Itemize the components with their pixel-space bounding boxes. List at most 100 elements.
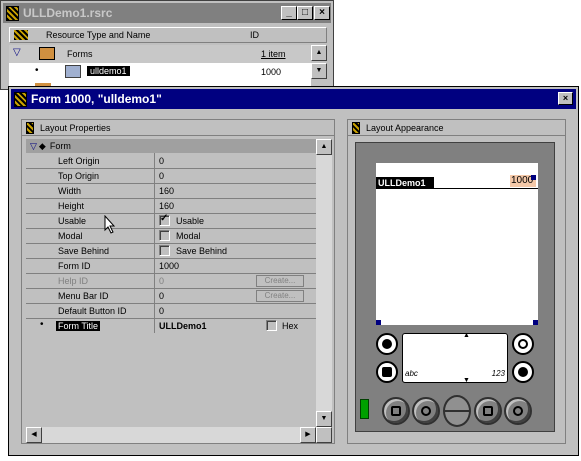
close-button[interactable]: ×: [314, 6, 330, 20]
property-value[interactable]: 0: [159, 291, 164, 301]
property-row-height[interactable]: Height 160: [26, 199, 316, 214]
property-label: Height: [58, 201, 85, 211]
property-row-left-origin[interactable]: Left Origin 0: [26, 154, 316, 169]
property-row-save-behind[interactable]: Save Behind Save Behind: [26, 244, 316, 259]
scroll-down-arrow-icon[interactable]: ▼: [316, 411, 332, 427]
scroll-corner: [316, 427, 332, 443]
form-editor-window[interactable]: Form 1000, "ulldemo1" × Layout Propertie…: [8, 86, 579, 456]
scroll-left-arrow-icon[interactable]: ◀: [26, 427, 42, 443]
property-value[interactable]: 160: [159, 186, 174, 196]
property-row-top-origin[interactable]: Top Origin 0: [26, 169, 316, 184]
resize-handle[interactable]: [531, 175, 536, 180]
layout-appearance-header: Layout Appearance: [348, 120, 565, 136]
property-value[interactable]: 0: [159, 156, 164, 166]
panel-title: Layout Properties: [40, 122, 111, 133]
graffiti-letters-icon: abc: [405, 369, 418, 378]
close-button[interactable]: ×: [558, 92, 573, 105]
date-book-button-icon[interactable]: [382, 397, 410, 425]
form-title-bar[interactable]: ULLDemo1: [376, 177, 434, 189]
property-list-vertical-scrollbar[interactable]: ▲ ▼: [316, 139, 332, 427]
property-value[interactable]: 1000: [159, 261, 179, 271]
property-label: Top Origin: [58, 171, 100, 181]
todo-button-icon[interactable]: [474, 397, 502, 425]
property-label: Form Title: [56, 321, 101, 331]
layout-properties-header: Layout Properties: [22, 120, 334, 136]
property-value[interactable]: 160: [159, 201, 174, 211]
list-item-label: ulldemo1: [87, 66, 130, 76]
mouse-cursor-icon: [104, 215, 116, 234]
address-book-button-icon[interactable]: [412, 397, 440, 425]
applications-icon[interactable]: [376, 333, 398, 355]
graffiti-numbers-icon: 123: [491, 369, 505, 378]
create-menu-bar-button[interactable]: Create...: [256, 290, 304, 302]
menu-icon[interactable]: [376, 361, 398, 383]
calculator-icon[interactable]: [512, 333, 534, 355]
property-label: Help ID: [58, 276, 89, 286]
resource-file-window[interactable]: ULLDemo1.rsrc _ □ × Resource Type and Na…: [0, 0, 334, 90]
form-resource-icon: [65, 65, 81, 78]
bullet-icon: •: [35, 65, 39, 76]
usable-checkbox[interactable]: ✓: [159, 213, 170, 226]
modal-checkbox[interactable]: [159, 230, 170, 241]
layout-appearance-panel: Layout Appearance ULLDemo1 1000 abc 123 …: [347, 119, 566, 444]
scroll-right-arrow-icon[interactable]: ▶: [300, 427, 316, 443]
property-label: Form ID: [58, 261, 91, 271]
memo-button-icon[interactable]: [504, 397, 532, 425]
form-file-icon: [14, 91, 27, 107]
list-item-forms[interactable]: ▽ Forms 1 item: [9, 45, 311, 63]
property-row-default-button-id[interactable]: Default Button ID 0: [26, 304, 316, 319]
power-led: [360, 399, 369, 419]
list-item-ulldemo1[interactable]: • ulldemo1 1000: [9, 63, 311, 81]
property-value[interactable]: 0: [159, 276, 164, 286]
silkscreen-area: abc 123 ▲ ▼: [376, 329, 538, 385]
palm-device-preview: ULLDemo1 1000 abc 123 ▲ ▼: [355, 142, 555, 432]
property-label: Modal: [58, 231, 83, 241]
resource-window-title: ULLDemo1.rsrc: [23, 6, 113, 20]
form-window-titlebar[interactable]: Form 1000, "ulldemo1" ×: [11, 89, 576, 109]
device-screen[interactable]: ULLDemo1 1000: [376, 163, 538, 325]
property-row-usable[interactable]: Usable ✓ Usable: [26, 213, 316, 229]
collapse-triangle-icon[interactable]: ▽: [30, 141, 37, 152]
resource-list-scrollbar[interactable]: ▲ ▼: [311, 45, 327, 89]
property-row-modal[interactable]: Modal Modal: [26, 229, 316, 244]
resource-file-icon: [6, 5, 19, 21]
create-help-button[interactable]: Create...: [256, 275, 304, 287]
property-label: Usable: [58, 216, 87, 226]
scroll-rocker[interactable]: [443, 395, 471, 427]
group-row-form[interactable]: ▽ ◆ Form: [26, 139, 316, 153]
maximize-button[interactable]: □: [297, 6, 313, 20]
property-label: Menu Bar ID: [58, 291, 109, 301]
resource-window-titlebar[interactable]: ULLDemo1.rsrc _ □ ×: [3, 3, 331, 23]
expand-triangle-icon[interactable]: ▽: [13, 47, 21, 58]
column-header-id[interactable]: ID: [250, 30, 259, 40]
resource-list-header: Resource Type and Name ID: [9, 27, 327, 43]
list-item-id: 1000: [261, 67, 282, 77]
resize-handle[interactable]: [533, 320, 538, 325]
minimize-button[interactable]: _: [281, 6, 297, 20]
column-header-name[interactable]: Resource Type and Name: [46, 30, 150, 40]
property-value[interactable]: 0: [159, 306, 164, 316]
property-row-width[interactable]: Width 160: [26, 184, 316, 199]
checkbox-label: Usable: [176, 216, 205, 226]
list-item-id: 1 item: [261, 49, 286, 59]
column-icon: [14, 30, 28, 40]
list-item-label: Forms: [67, 49, 93, 59]
scroll-down-arrow-icon[interactable]: ▼: [311, 63, 327, 79]
scroll-up-arrow-icon[interactable]: ▲: [311, 45, 327, 61]
property-row-menu-bar-id[interactable]: Menu Bar ID 0 Create...: [26, 289, 316, 304]
property-row-form-id[interactable]: Form ID 1000: [26, 259, 316, 274]
find-icon[interactable]: [512, 361, 534, 383]
panel-title: Layout Appearance: [366, 122, 444, 133]
property-row-help-id[interactable]: Help ID 0 Create...: [26, 274, 316, 289]
scroll-up-arrow-icon[interactable]: ▲: [316, 139, 332, 155]
property-value[interactable]: ULLDemo1: [159, 321, 207, 331]
save-behind-checkbox[interactable]: [159, 245, 170, 256]
resize-handle[interactable]: [376, 320, 381, 325]
graffiti-area[interactable]: abc 123 ▲ ▼: [402, 332, 508, 384]
property-list-horizontal-scrollbar[interactable]: ◀ ▶: [26, 427, 332, 443]
hex-checkbox[interactable]: [266, 320, 277, 331]
property-value[interactable]: 0: [159, 171, 164, 181]
property-label: Default Button ID: [58, 306, 127, 316]
property-row-form-title[interactable]: • Form Title ULLDemo1 Hex: [26, 319, 316, 334]
property-label: Width: [58, 186, 82, 196]
